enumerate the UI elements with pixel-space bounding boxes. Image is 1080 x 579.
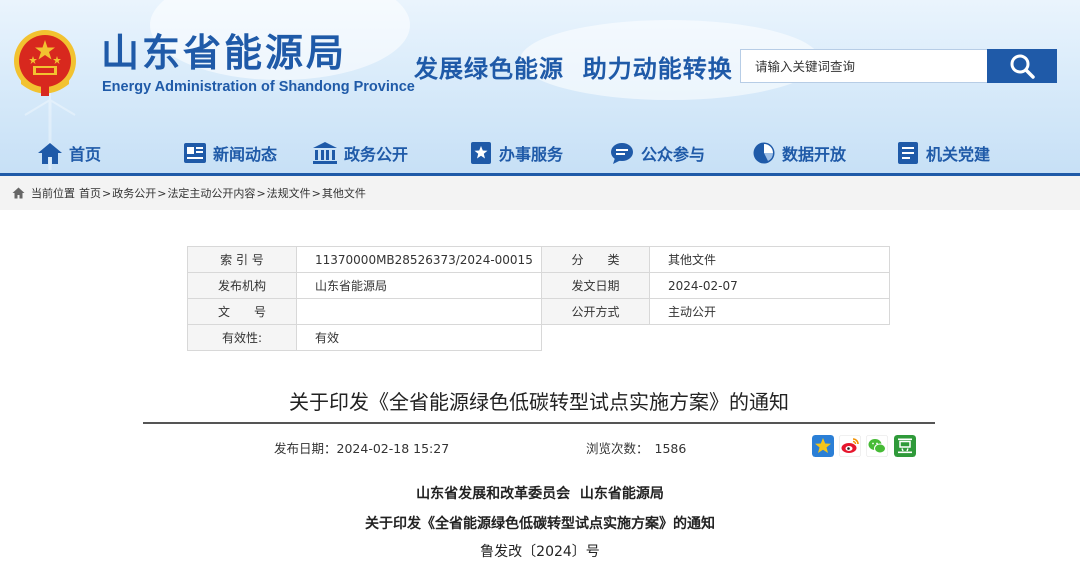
breadcrumb-item-other[interactable]: 其他文件 [322, 185, 366, 201]
index-label: 索 引 号 [187, 246, 297, 273]
pie-chart-icon [753, 142, 775, 164]
nav-item-news[interactable]: 新闻动态 [183, 133, 277, 173]
issuing-organizations: 山东省发展和改革委员会 山东省能源局 [416, 486, 664, 502]
index-value: 11370000MB28526373/2024-00015 [296, 246, 542, 273]
breadcrumb: 当前位置 首页 > 政务公开 > 法定主动公开内容 > 法规文件 > 其他文件 [0, 176, 1080, 210]
issuer-value: 山东省能源局 [296, 272, 542, 299]
weibo-icon[interactable] [839, 435, 861, 457]
home-icon [38, 143, 62, 164]
publish-date-label: 发布日期： [274, 441, 337, 456]
view-count: 浏览次数： 1586 [586, 438, 686, 457]
search-button[interactable] [987, 49, 1057, 83]
main-nav: 首页 新闻动态 政务公开 办事服务 公众参与 数据开放 机关党建 [0, 133, 1080, 173]
site-slogan: 发展绿色能源 助力动能转换 [414, 55, 733, 83]
breadcrumb-separator: > [102, 186, 112, 200]
title-underline [143, 422, 935, 424]
breadcrumb-item-statutory[interactable]: 法定主动公开内容 [167, 185, 255, 201]
nav-label: 政务公开 [344, 145, 409, 164]
publish-date: 发布日期：2024-02-18 15:27 [274, 438, 449, 457]
view-count-value: 1586 [654, 441, 687, 456]
category-value: 其他文件 [649, 246, 890, 273]
issue-date-label: 发文日期 [541, 272, 650, 299]
search-icon [1010, 54, 1035, 79]
nav-label: 机关党建 [926, 145, 991, 164]
breadcrumb-item-home[interactable]: 首页 [79, 185, 101, 201]
publish-date-value: 2024-02-18 15:27 [336, 441, 450, 456]
document-icon [898, 142, 918, 164]
doc-number-label: 文 号 [187, 298, 297, 325]
category-label: 分 类 [541, 246, 650, 273]
table-row: 文 号 公开方式 主动公开 [187, 298, 890, 325]
nav-item-open-data[interactable]: 数据开放 [752, 133, 846, 173]
empty-cell [542, 325, 650, 351]
breadcrumb-separator: > [311, 186, 321, 200]
disclosure-label: 公开方式 [541, 298, 650, 325]
breadcrumb-item-regulations[interactable]: 法规文件 [267, 185, 311, 201]
nav-label: 办事服务 [499, 145, 564, 164]
issuer-label: 发布机构 [187, 272, 297, 299]
wechat-icon[interactable] [866, 435, 888, 457]
nav-label: 首页 [69, 145, 102, 164]
news-icon [184, 143, 206, 163]
government-building-icon [313, 142, 337, 164]
nav-item-party-building[interactable]: 机关党建 [896, 133, 990, 173]
issue-date-value: 2024-02-07 [649, 272, 890, 299]
nav-label: 数据开放 [782, 145, 847, 164]
doc-number-value [296, 298, 542, 325]
nav-item-gov-affairs[interactable]: 政务公开 [312, 133, 408, 173]
document-heading: 关于印发《全省能源绿色低碳转型试点实施方案》的通知 [365, 516, 715, 532]
article-title: 关于印发《全省能源绿色低碳转型试点实施方案》的通知 [289, 390, 789, 414]
nav-label: 新闻动态 [213, 145, 278, 164]
search-box [740, 49, 988, 83]
service-icon [471, 142, 491, 164]
search-input[interactable] [741, 50, 985, 82]
location-home-icon [12, 187, 25, 199]
national-emblem-logo [14, 30, 76, 96]
breadcrumb-item-gov-affairs[interactable]: 政务公开 [112, 185, 156, 201]
view-count-label: 浏览次数： [586, 441, 649, 456]
site-header: 山东省能源局 Energy Administration of Shandong… [0, 0, 1080, 173]
douban-icon[interactable] [894, 435, 916, 457]
site-title: 山东省能源局 [101, 31, 348, 75]
breadcrumb-prefix: 当前位置 [31, 187, 75, 200]
validity-value: 有效 [296, 324, 542, 351]
validity-label: 有效性: [187, 324, 297, 351]
document-number: 鲁发改〔2024〕号 [480, 544, 600, 560]
nav-label: 公众参与 [641, 145, 706, 164]
table-row: 索 引 号 11370000MB28526373/2024-00015 分 类 … [187, 246, 890, 273]
nav-item-services[interactable]: 办事服务 [469, 133, 563, 173]
document-info-table: 索 引 号 11370000MB28526373/2024-00015 分 类 … [187, 246, 890, 351]
breadcrumb-separator: > [256, 186, 266, 200]
disclosure-value: 主动公开 [649, 298, 890, 325]
chat-icon [611, 143, 633, 164]
table-row: 发布机构 山东省能源局 发文日期 2024-02-07 [187, 272, 890, 299]
qzone-icon[interactable] [812, 435, 834, 457]
site-subtitle: Energy Administration of Shandong Provin… [102, 79, 415, 95]
nav-item-participation[interactable]: 公众参与 [609, 133, 705, 173]
breadcrumb-separator: > [157, 186, 167, 200]
empty-cell [650, 325, 890, 351]
table-row: 有效性: 有效 [187, 324, 890, 351]
nav-item-home[interactable]: 首页 [37, 133, 101, 173]
